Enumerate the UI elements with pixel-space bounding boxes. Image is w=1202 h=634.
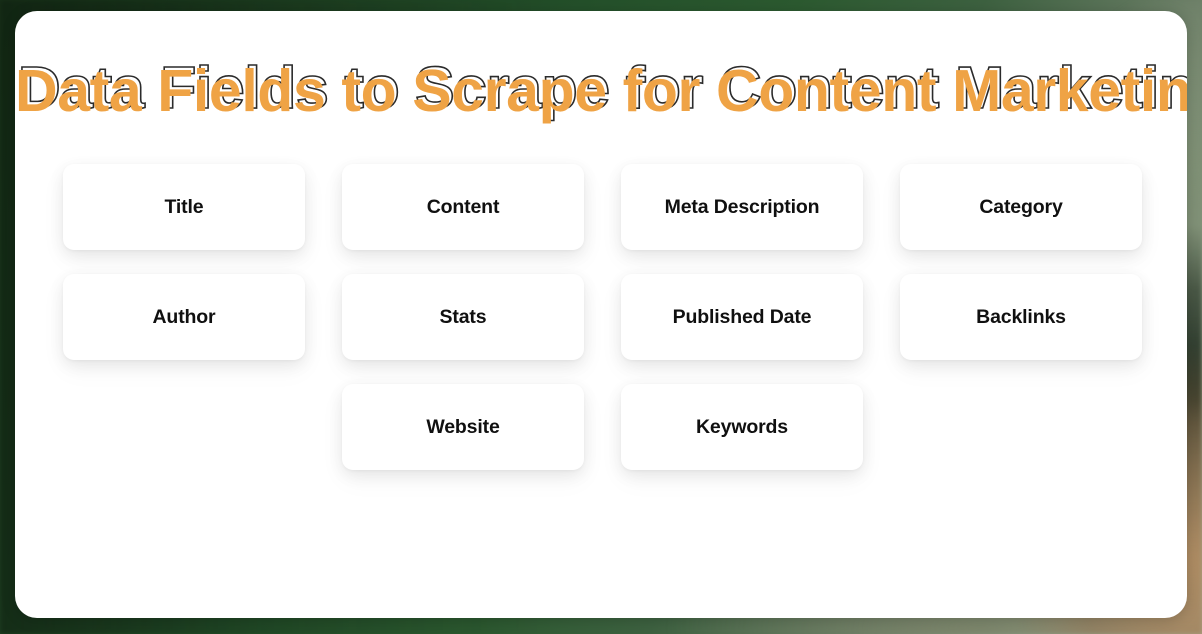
card-row-3: Website Keywords — [63, 384, 1155, 470]
card-label: Published Date — [672, 305, 812, 328]
card-label: Website — [426, 415, 500, 438]
data-field-card-keywords[interactable]: Keywords — [621, 384, 863, 470]
card-label: Meta Description — [664, 195, 820, 218]
data-field-card-stats[interactable]: Stats — [342, 274, 584, 360]
data-fields-grid: Title Content Meta Description Category … — [63, 164, 1155, 470]
data-field-card-backlinks[interactable]: Backlinks — [900, 274, 1142, 360]
data-field-card-category[interactable]: Category — [900, 164, 1142, 250]
card-label: Title — [164, 195, 204, 218]
data-field-card-website[interactable]: Website — [342, 384, 584, 470]
data-field-card-title[interactable]: Title — [63, 164, 305, 250]
card-label: Content — [426, 195, 500, 218]
page-title-text: Data Fields to Scrape for Content Market… — [15, 58, 1187, 124]
content-panel: Data Fields to Scrape for Content Market… — [15, 11, 1187, 618]
card-label: Keywords — [696, 415, 788, 438]
page-title: Data Fields to Scrape for Content Market… — [15, 47, 1187, 135]
card-label: Backlinks — [976, 305, 1066, 328]
card-label: Author — [152, 305, 216, 328]
data-field-card-author[interactable]: Author — [63, 274, 305, 360]
card-row-2: Author Stats Published Date Backlinks — [63, 274, 1155, 360]
data-field-card-published-date[interactable]: Published Date — [621, 274, 863, 360]
card-row-1: Title Content Meta Description Category — [63, 164, 1155, 250]
data-field-card-meta-description[interactable]: Meta Description — [621, 164, 863, 250]
data-field-card-content[interactable]: Content — [342, 164, 584, 250]
card-label: Stats — [439, 305, 487, 328]
card-label: Category — [979, 195, 1063, 218]
